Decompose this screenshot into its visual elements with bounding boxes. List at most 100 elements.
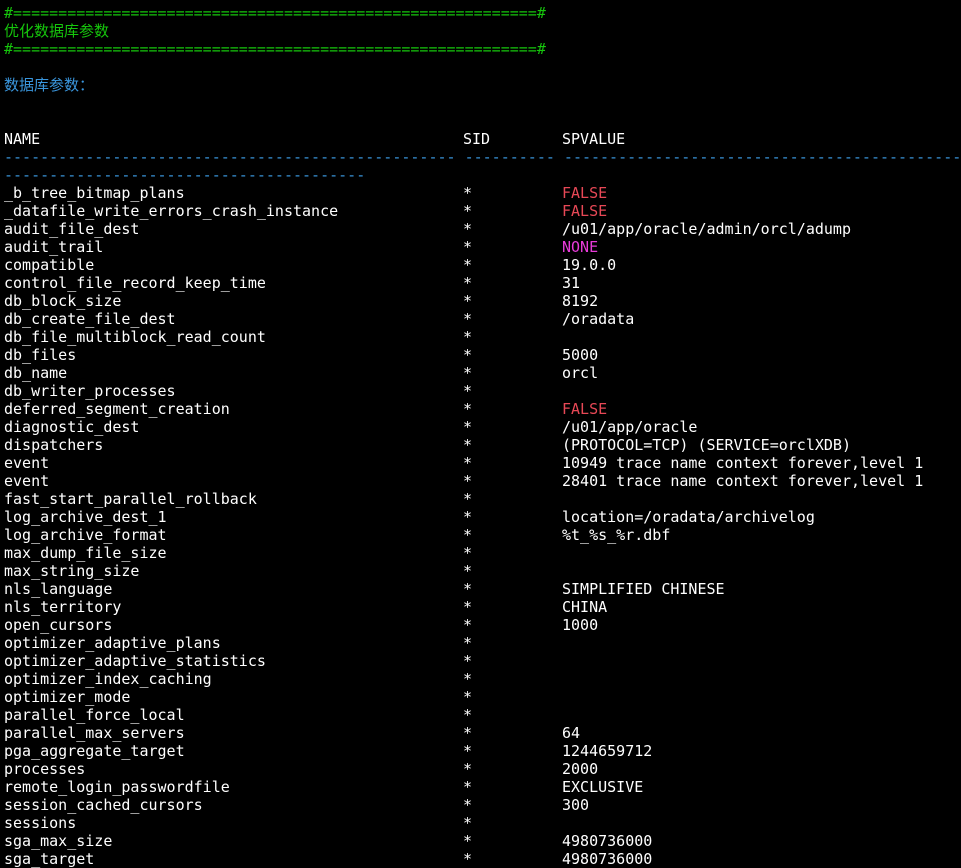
header-border-bottom: #=======================================…: [4, 40, 546, 58]
param-name: _datafile_write_errors_crash_instance: [4, 202, 339, 220]
param-value: 19.0.0: [562, 256, 617, 274]
param-sid: *: [463, 580, 473, 598]
param-value: FALSE: [562, 400, 608, 418]
param-name: dispatchers: [4, 436, 104, 454]
param-value: 28401 trace name context forever,level 1: [562, 472, 924, 490]
table-row: event * 28401 trace name context forever,l…: [0, 472, 961, 490]
param-sid: *: [463, 418, 473, 436]
param-value: 31: [562, 274, 581, 292]
param-sid: *: [463, 400, 473, 418]
param-value: /oradata: [562, 310, 635, 328]
param-sid: *: [463, 310, 473, 328]
param-sid: *: [463, 364, 473, 382]
table-row: optimizer_adaptive_plans *: [0, 634, 961, 652]
table-row: optimizer_mode *: [0, 688, 961, 706]
param-name: audit_trail: [4, 238, 104, 256]
table-row: optimizer_adaptive_statistics *: [0, 652, 961, 670]
param-sid: *: [463, 778, 473, 796]
table-row: fast_start_parallel_rollback *: [0, 490, 961, 508]
param-name: event: [4, 454, 50, 472]
param-sid: *: [463, 598, 473, 616]
param-sid: *: [463, 688, 473, 706]
table-row: parallel_max_servers * 64: [0, 724, 961, 742]
param-sid: *: [463, 796, 473, 814]
param-name: optimizer_adaptive_statistics: [4, 652, 266, 670]
table-row: event * 10949 trace name context forever,l…: [0, 454, 961, 472]
table-row: diagnostic_dest * /u01/app/oracle: [0, 418, 961, 436]
param-name: compatible: [4, 256, 95, 274]
param-name: log_archive_dest_1: [4, 508, 167, 526]
separator-line-wrap: ----------------------------------------: [4, 166, 366, 184]
table-row: db_file_multiblock_read_count *: [0, 328, 961, 346]
param-sid: *: [463, 184, 473, 202]
param-name: diagnostic_dest: [4, 418, 140, 436]
param-sid: *: [463, 328, 473, 346]
param-name: open_cursors: [4, 616, 113, 634]
param-sid: *: [463, 346, 473, 364]
column-header-sid: SID: [463, 130, 491, 148]
table-row: db_block_size * 8192: [0, 292, 961, 310]
param-value: 8192: [562, 292, 599, 310]
param-name: nls_language: [4, 580, 113, 598]
header-title: 优化数据库参数: [4, 22, 110, 40]
param-value: /u01/app/oracle: [562, 418, 698, 436]
param-value: orcl: [562, 364, 599, 382]
param-value: /u01/app/oracle/admin/orcl/adump: [562, 220, 851, 238]
table-row: nls_language * SIMPLIFIED CHINESE: [0, 580, 961, 598]
param-name: db_create_file_dest: [4, 310, 176, 328]
param-name: sga_max_size: [4, 832, 113, 850]
param-sid: *: [463, 454, 473, 472]
param-sid: *: [463, 256, 473, 274]
table-row: sessions *: [0, 814, 961, 832]
param-name: parallel_force_local: [4, 706, 185, 724]
param-name: pga_aggregate_target: [4, 742, 185, 760]
table-row: max_dump_file_size *: [0, 544, 961, 562]
table-row: sga_max_size * 4980736000: [0, 832, 961, 850]
param-sid: *: [463, 202, 473, 220]
table-row: compatible * 19.0.0: [0, 256, 961, 274]
param-sid: *: [463, 508, 473, 526]
param-value: 1244659712: [562, 742, 653, 760]
table-row: dispatchers * (PROTOCOL=TCP) (SERVICE=orcl…: [0, 436, 961, 454]
table-row: _datafile_write_errors_crash_instance * FA…: [0, 202, 961, 220]
table-row: audit_file_dest * /u01/app/oracle/admin/or…: [0, 220, 961, 238]
param-sid: *: [463, 616, 473, 634]
param-name: db_block_size: [4, 292, 122, 310]
param-value: SIMPLIFIED CHINESE: [562, 580, 725, 598]
param-value: 1000: [562, 616, 599, 634]
table-row: processes * 2000: [0, 760, 961, 778]
param-sid: *: [463, 490, 473, 508]
param-name: nls_territory: [4, 598, 122, 616]
param-name: sga_target: [4, 850, 95, 868]
param-sid: *: [463, 706, 473, 724]
table-row: control_file_record_keep_time * 31: [0, 274, 961, 292]
param-name: parallel_max_servers: [4, 724, 185, 742]
table-row: remote_login_passwordfile * EXCLUSIVE: [0, 778, 961, 796]
param-sid: *: [463, 634, 473, 652]
param-name: log_archive_format: [4, 526, 167, 544]
param-sid: *: [463, 382, 473, 400]
table-row: db_create_file_dest * /oradata: [0, 310, 961, 328]
param-value: FALSE: [562, 202, 608, 220]
param-sid: *: [463, 238, 473, 256]
param-value: 300: [562, 796, 590, 814]
param-value: (PROTOCOL=TCP) (SERVICE=orclXDB): [562, 436, 851, 454]
param-value: NONE: [562, 238, 599, 256]
param-name: _b_tree_bitmap_plans: [4, 184, 185, 202]
terminal-window[interactable]: #=======================================…: [0, 0, 961, 868]
param-value: EXCLUSIVE: [562, 778, 644, 796]
param-sid: *: [463, 760, 473, 778]
param-name: deferred_segment_creation: [4, 400, 230, 418]
table-row: db_writer_processes *: [0, 382, 961, 400]
param-value: 5000: [562, 346, 599, 364]
param-sid: *: [463, 526, 473, 544]
param-name: db_writer_processes: [4, 382, 176, 400]
table-row: session_cached_cursors * 300: [0, 796, 961, 814]
param-value: 4980736000: [562, 850, 653, 868]
param-sid: *: [463, 472, 473, 490]
param-sid: *: [463, 670, 473, 688]
table-row: pga_aggregate_target * 1244659712: [0, 742, 961, 760]
table-row: log_archive_dest_1 * location=/oradata/arc…: [0, 508, 961, 526]
param-name: control_file_record_keep_time: [4, 274, 266, 292]
table-row: optimizer_index_caching *: [0, 670, 961, 688]
